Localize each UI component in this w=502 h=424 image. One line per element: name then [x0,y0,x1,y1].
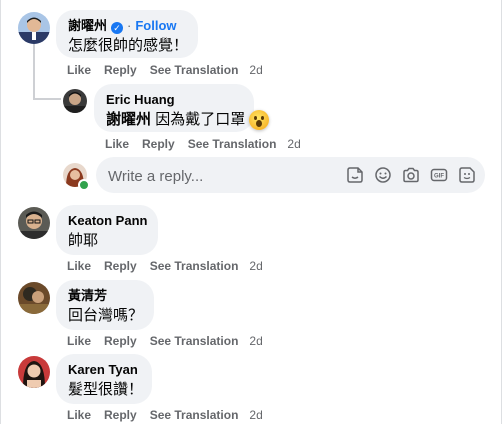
reply-button[interactable]: Reply [142,137,175,151]
verified-badge-icon: ✓ [111,22,124,34]
comment-actions: Like Reply See Translation 2d [67,333,276,349]
comment-text-line: 謝曜州 因為戴了口罩 [106,110,246,130]
sticker-icon[interactable] [346,166,364,184]
comment-bubble: Keaton Pann 帥耶 [56,205,158,255]
comment-actions: Like Reply See Translation 2d [67,62,276,78]
comment-actions: Like Reply See Translation 2d [105,136,314,152]
comment-author[interactable]: 黃清芳 [68,288,142,304]
comment-bubble: 黃清芳 回台灣嗎？ [56,280,154,330]
follow-button[interactable]: Follow [135,18,176,33]
see-translation-button[interactable]: See Translation [150,63,239,77]
like-button[interactable]: Like [67,334,91,348]
avatar[interactable] [18,282,50,314]
thread-line-curve [33,98,61,100]
comment-text: 帥耶 [68,232,99,249]
comment-text: 回台灣嗎？ [68,307,144,324]
avatar[interactable] [63,89,87,113]
separator-dot: · [127,18,132,33]
reply-button[interactable]: Reply [104,334,137,348]
see-translation-button[interactable]: See Translation [150,334,239,348]
online-status-indicator [78,179,90,191]
comment-bubble: Eric Huang 謝曜州 因為戴了口罩 [94,84,254,132]
comment-text: 怎麼很帥的感覺！ [68,37,189,54]
comment-text: 髮型很讚！ [68,381,144,398]
reply-input[interactable] [106,157,330,195]
emoji-icon[interactable] [374,166,392,184]
thread-line [33,44,35,100]
comment-timestamp[interactable]: 2d [249,408,262,422]
comment-bubble: Karen Tyan 髮型很讚！ [56,354,152,404]
comment-bubble: 謝曜州 ✓ · Follow 怎麼很帥的感覺！ [56,10,198,58]
comment-timestamp[interactable]: 2d [287,137,300,151]
see-translation-button[interactable]: See Translation [150,408,239,422]
comment-actions: Like Reply See Translation 2d [67,258,276,274]
reply-button[interactable]: Reply [104,408,137,422]
like-button[interactable]: Like [67,63,91,77]
see-translation-button[interactable]: See Translation [150,259,239,273]
like-button[interactable]: Like [67,408,91,422]
comment-timestamp[interactable]: 2d [249,63,262,77]
avatar[interactable] [18,12,50,44]
comment-timestamp[interactable]: 2d [249,259,262,273]
comment-text: 因為戴了口罩 [155,111,246,128]
see-translation-button[interactable]: See Translation [188,137,277,151]
mention-link[interactable]: 謝曜州 [106,111,151,128]
comment-author[interactable]: Keaton Pann [68,213,147,229]
reply-composer: GIF [96,157,485,195]
reply-button[interactable]: Reply [104,63,137,77]
comment-author[interactable]: 謝曜州 [68,18,107,33]
comment-timestamp[interactable]: 2d [249,334,262,348]
avatar-sticker-icon[interactable] [458,166,476,184]
camera-icon[interactable] [402,166,420,184]
avatar[interactable] [18,356,50,388]
comment-author[interactable]: Eric Huang [106,92,242,108]
reply-button[interactable]: Reply [104,259,137,273]
svg-text:GIF: GIF [434,174,444,180]
like-button[interactable]: Like [105,137,129,151]
astonished-face-emoji-icon [249,110,269,130]
like-button[interactable]: Like [67,259,91,273]
comment-author-line: 謝曜州 ✓ · Follow [68,18,186,34]
comment-author[interactable]: Karen Tyan [68,362,140,378]
gif-icon[interactable]: GIF [430,166,448,184]
comment-actions: Like Reply See Translation 2d [67,407,276,423]
avatar[interactable] [18,207,50,239]
panel-left-border [0,0,1,424]
